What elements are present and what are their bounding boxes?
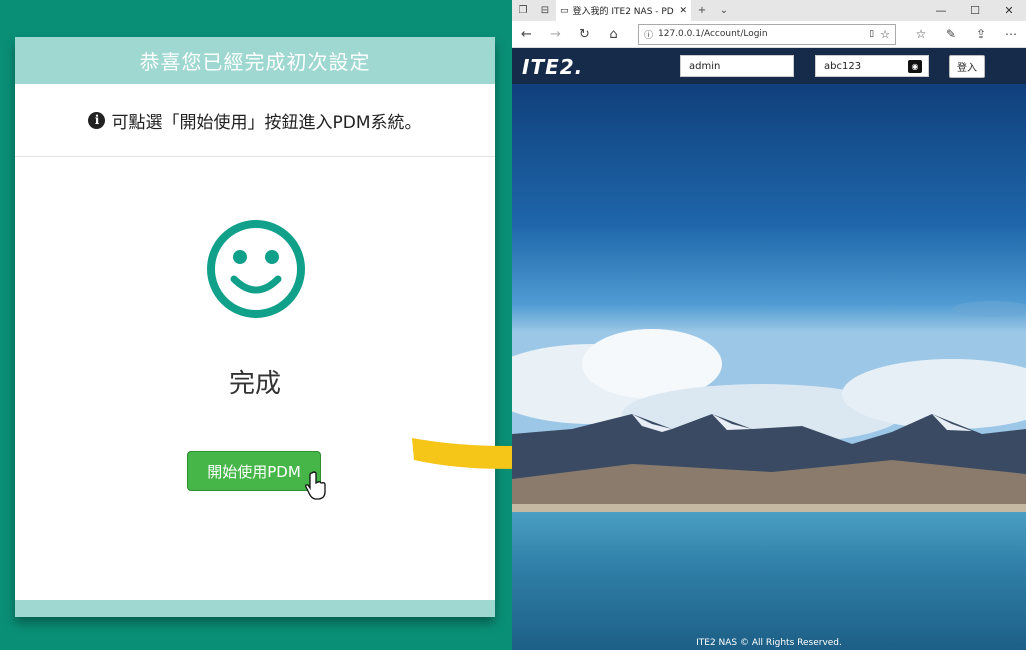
browser-window: ❐ ⊟ ▭ 登入我的 ITE2 NAS - PD ✕ + ⌄ — ☐ ✕ ← →… — [512, 0, 1026, 650]
tab-preview-icon[interactable]: ⊟ — [534, 0, 556, 21]
refresh-icon[interactable]: ↻ — [570, 27, 599, 42]
tab-close-icon[interactable]: ✕ — [679, 6, 687, 16]
tab-list-icon[interactable]: ⌄ — [713, 0, 735, 21]
site-info-icon[interactable]: ⓘ — [644, 28, 653, 41]
nav-tools: ☆ ✎ ⇪ ⋯ — [906, 27, 1026, 41]
tab-bar: ❐ ⊟ ▭ 登入我的 ITE2 NAS - PD ✕ + ⌄ — ☐ ✕ — [512, 0, 1026, 21]
close-window-icon[interactable]: ✕ — [992, 4, 1026, 17]
nav-bar: ← → ↻ ⌂ ⓘ 127.0.0.1/Account/Login ▯ ☆ ☆ … — [512, 21, 1026, 48]
start-pdm-button[interactable]: 開始使用PDM — [187, 451, 321, 491]
more-icon[interactable]: ⋯ — [996, 27, 1026, 41]
info-icon: i — [88, 111, 106, 129]
password-value: abc123 — [824, 60, 862, 72]
info-text: 可點選「開始使用」按鈕進入PDM系統。 — [111, 112, 422, 133]
site-header: ITE2. admin abc123 ◉ 登入 — [512, 48, 1026, 84]
tabs-aside-icon[interactable]: ❐ — [512, 0, 534, 21]
username-input[interactable]: admin — [680, 55, 794, 77]
home-icon[interactable]: ⌂ — [599, 27, 628, 42]
copyright-footer: ITE2 NAS © All Rights Reserved. — [696, 638, 842, 648]
back-icon[interactable]: ← — [512, 27, 541, 42]
hand-cursor-icon — [305, 471, 326, 500]
smiley-icon — [207, 220, 305, 318]
ite2-logo: ITE2. — [522, 55, 584, 79]
card-footer — [15, 600, 495, 617]
browser-tab[interactable]: ▭ 登入我的 ITE2 NAS - PD ✕ — [556, 0, 691, 21]
minimize-icon[interactable]: — — [924, 4, 958, 17]
share-icon[interactable]: ⇪ — [966, 27, 996, 41]
page-icon: ▭ — [560, 5, 569, 16]
notes-icon[interactable]: ✎ — [936, 27, 966, 41]
card-header: 恭喜您已經完成初次設定 — [15, 37, 495, 84]
favorites-icon[interactable]: ☆ — [906, 27, 936, 41]
star-icon[interactable]: ☆ — [880, 28, 890, 41]
setup-complete-card: 恭喜您已經完成初次設定 i 可點選「開始使用」按鈕進入PDM系統。 完成 開始使… — [15, 37, 495, 617]
landscape-background — [512, 84, 1026, 650]
forward-icon[interactable]: → — [541, 27, 570, 42]
password-input[interactable]: abc123 ◉ — [815, 55, 929, 77]
window-controls: — ☐ ✕ — [924, 4, 1026, 17]
tab-title: 登入我的 ITE2 NAS - PD — [572, 7, 674, 17]
reading-view-icon[interactable]: ▯ — [869, 29, 874, 39]
eye-icon[interactable]: ◉ — [908, 60, 922, 73]
maximize-icon[interactable]: ☐ — [958, 4, 992, 17]
new-tab-icon[interactable]: + — [691, 0, 713, 21]
login-button[interactable]: 登入 — [949, 55, 985, 78]
login-page: ITE2. admin abc123 ◉ 登入 ITE2 NAS © All R… — [512, 48, 1026, 650]
info-message: i 可點選「開始使用」按鈕進入PDM系統。 — [15, 84, 495, 157]
address-bar[interactable]: ⓘ 127.0.0.1/Account/Login ▯ ☆ — [638, 23, 896, 45]
address-url: 127.0.0.1/Account/Login — [658, 29, 768, 39]
